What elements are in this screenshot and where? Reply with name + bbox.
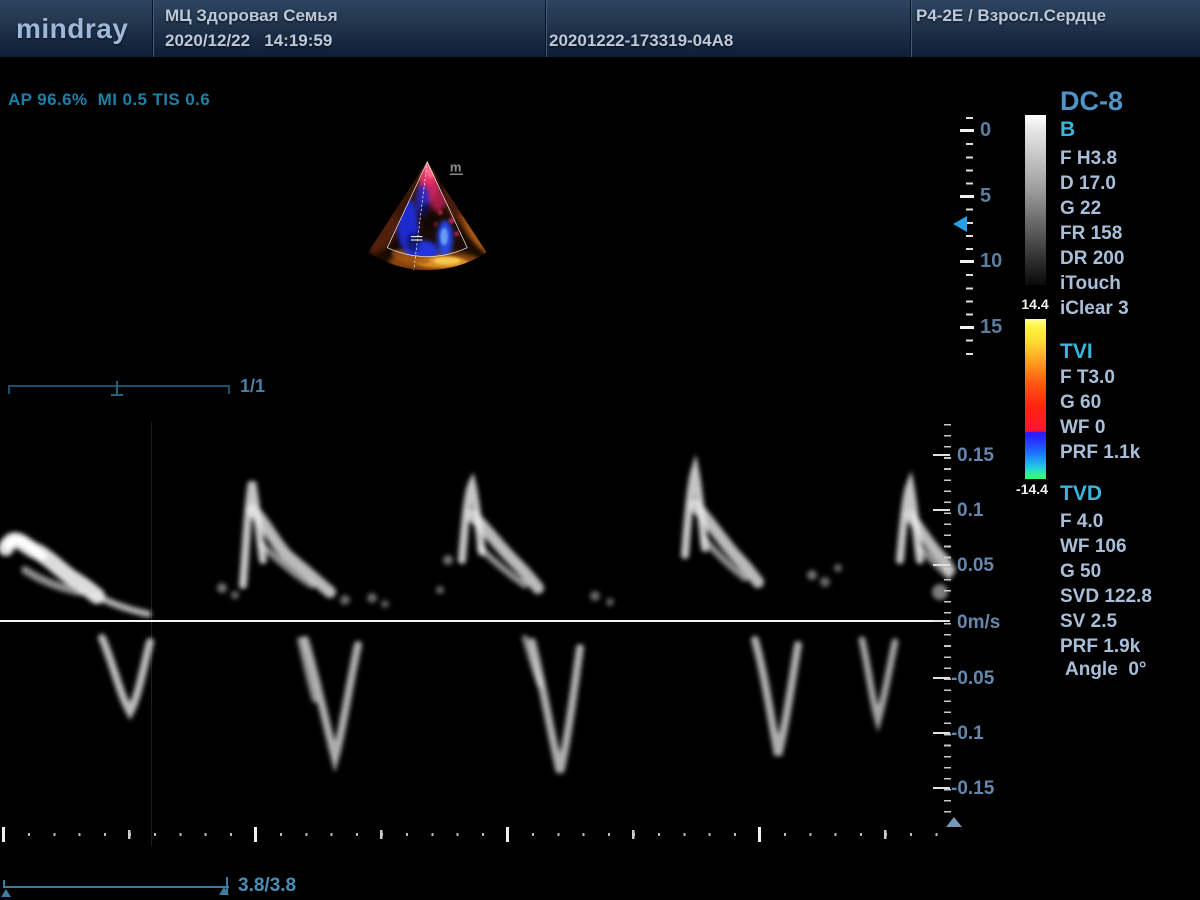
facility-name: МЦ Здоровая Семья <box>165 6 338 26</box>
tvd-param-angle: Angle 0° <box>1060 659 1147 681</box>
bmode-param-iclear: iClear 3 <box>1060 298 1129 320</box>
grayscale-bar <box>1025 115 1046 285</box>
depth-label-15: 15 <box>980 316 1002 339</box>
tvi-param-prf: PRF 1.1k <box>1060 442 1140 464</box>
mline-marker-label: m <box>450 160 462 175</box>
focus-position-arrow-icon[interactable] <box>953 216 967 232</box>
velocity-major-tick <box>933 732 950 734</box>
cine-bar-right-cap <box>228 385 230 394</box>
velocity-major-tick <box>933 509 950 511</box>
tvd-param-gain: G 50 <box>1060 561 1101 583</box>
bmode-color-sector-image: m <box>355 110 685 370</box>
depth-label-0: 0 <box>980 119 991 142</box>
velocity-label-zero: 0m/s <box>957 612 1000 634</box>
depth-label-10: 10 <box>980 250 1002 273</box>
color-doppler-scale-bar <box>1025 319 1046 479</box>
cine-bar-left-cap <box>8 385 10 394</box>
bmode-param-framerate: FR 158 <box>1060 223 1122 245</box>
depth-ruler-major-tick <box>960 326 974 329</box>
depth-label-5: 5 <box>980 185 991 208</box>
bmode-param-gain: G 22 <box>1060 198 1101 220</box>
spectral-doppler-trace <box>0 420 950 850</box>
bmode-param-dynamicrange: DR 200 <box>1060 248 1124 270</box>
tvi-label: TVI <box>1060 340 1093 364</box>
bmode-param-frequency: F H3.8 <box>1060 148 1117 170</box>
sweep-time-counter: 3.8/3.8 <box>238 875 296 897</box>
velocity-major-tick <box>933 677 950 679</box>
mline-marker-underline <box>450 174 463 175</box>
velocity-label-neg005: -0.05 <box>951 668 994 690</box>
velocity-label-pos005: 0.05 <box>957 555 994 577</box>
velocity-label-neg015: -0.15 <box>951 778 994 800</box>
probe-preset: P4-2E / Взросл.Сердце <box>916 6 1106 26</box>
velocity-major-tick <box>933 620 950 622</box>
color-scale-max: 14.4 <box>1014 296 1056 312</box>
depth-ruler-major-tick <box>960 195 974 198</box>
velocity-ruler-ticks <box>944 424 951 822</box>
sweep-time-bar[interactable] <box>3 886 229 888</box>
tvd-param-prf: PRF 1.9k <box>1060 636 1140 658</box>
tvd-label: TVD <box>1060 482 1102 506</box>
depth-ruler-major-tick <box>960 260 974 263</box>
velocity-label-neg01: -0.1 <box>951 723 984 745</box>
cine-bar[interactable] <box>8 385 230 387</box>
baseline-position-arrow-icon[interactable] <box>946 817 962 827</box>
acoustic-output-status: AP 96.6% MI 0.5 TIS 0.6 <box>8 90 210 110</box>
velocity-label-pos01: 0.1 <box>957 500 983 522</box>
tvi-param-wallfilter: WF 0 <box>1060 417 1105 439</box>
tvd-param-svd: SVD 122.8 <box>1060 586 1152 608</box>
header-divider <box>545 0 547 57</box>
tvi-param-frequency: F T3.0 <box>1060 367 1115 389</box>
velocity-major-tick <box>933 454 950 456</box>
exam-id: 20201222-173319-04A8 <box>549 31 733 51</box>
cine-position-marker-base <box>111 394 123 396</box>
velocity-major-tick <box>933 564 950 566</box>
velocity-label-pos015: 0.15 <box>957 445 994 467</box>
time-axis-major-ticks <box>2 827 948 842</box>
doppler-baseline[interactable] <box>0 620 949 622</box>
depth-ruler-major-tick <box>960 129 974 132</box>
sweep-right-arrow-icon <box>219 887 229 895</box>
tvd-param-wallfilter: WF 106 <box>1060 536 1127 558</box>
cine-frame-counter: 1/1 <box>240 376 265 397</box>
tvd-param-frequency: F 4.0 <box>1060 511 1103 533</box>
header-divider <box>152 0 154 57</box>
bmode-param-depth: D 17.0 <box>1060 173 1116 195</box>
machine-model-label: DC-8 <box>1060 86 1123 117</box>
sweep-bar-left-tick <box>3 880 5 888</box>
velocity-major-tick <box>933 787 950 789</box>
header-bar: mindray МЦ Здоровая Семья 2020/12/22 14:… <box>0 0 1200 60</box>
tvi-param-gain: G 60 <box>1060 392 1101 414</box>
sweep-left-arrow-icon <box>1 889 11 897</box>
mindray-logo: mindray <box>16 13 128 45</box>
header-divider <box>910 0 912 57</box>
exam-datetime: 2020/12/22 14:19:59 <box>165 31 332 51</box>
color-scale-min: -14.4 <box>1008 481 1056 497</box>
bmode-label: B <box>1060 118 1075 142</box>
ultrasound-screen: mindray МЦ Здоровая Семья 2020/12/22 14:… <box>0 0 1200 900</box>
bmode-param-itouch: iTouch <box>1060 273 1121 295</box>
tvd-param-sv: SV 2.5 <box>1060 611 1117 633</box>
